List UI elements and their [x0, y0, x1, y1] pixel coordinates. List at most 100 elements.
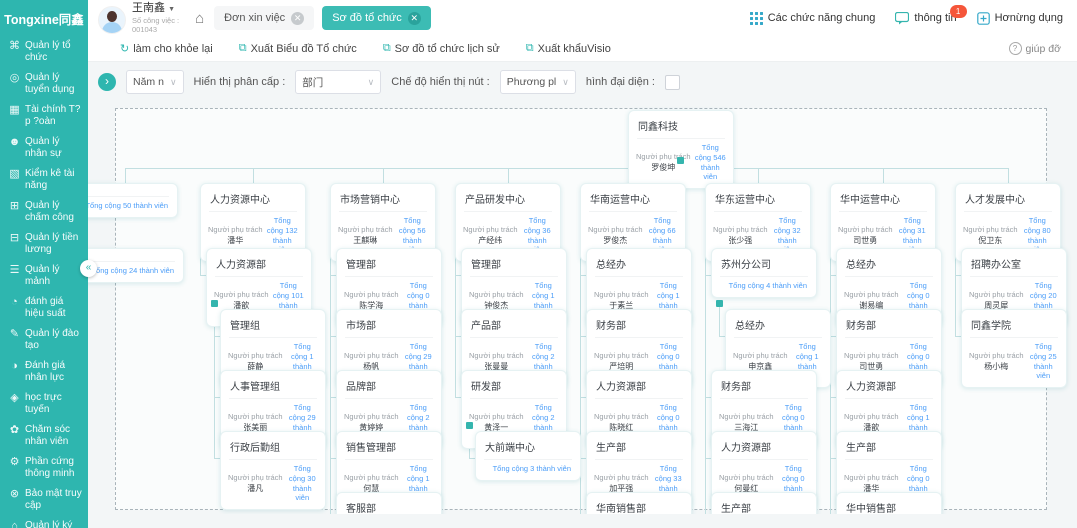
- export-chart-link[interactable]: ⧉ Xuất Biểu đồ Tổ chức: [239, 42, 357, 55]
- node-mode-select[interactable]: Phương pl∨: [500, 70, 576, 94]
- org-node-title: 总经办: [587, 249, 691, 276]
- leader-label: Người phụ trách: [594, 290, 649, 299]
- sidebar-item-10[interactable]: ◑Đánh giá nhân lực: [0, 356, 88, 388]
- expand-toggle-icon[interactable]: [677, 157, 684, 164]
- toolbar-link-label: Xuất Biểu đồ Tổ chức: [251, 43, 357, 55]
- leader-label: Người phụ trách: [963, 225, 1018, 234]
- main-area: › Năm n∨ Hiển thị phân cấp : 部门∨ Chế độ …: [88, 62, 1077, 528]
- expand-toggle-icon[interactable]: [211, 300, 218, 307]
- history-chart-icon: ⧉: [383, 42, 391, 55]
- org-node-total[interactable]: Tổng cộng 30 thành viên: [287, 464, 318, 503]
- sidebar-item-13[interactable]: ⚙Phần cứng thông minh: [0, 452, 88, 484]
- export-visio-link[interactable]: ⧉Xuất khẩuVisio: [526, 42, 611, 55]
- avatar-head: [107, 11, 117, 22]
- close-icon[interactable]: ✕: [291, 12, 304, 25]
- sidebar-item-8[interactable]: ◔đánh giá hiệu suất: [0, 292, 88, 324]
- tab-label: Sơ đồ tổ chức: [332, 12, 402, 24]
- org-child-node[interactable]: 华中销售部: [836, 492, 942, 514]
- org-child-node[interactable]: 苏州分公司Tổng cộng 4 thành viên: [711, 248, 817, 298]
- leader-label: Người phụ trách: [844, 290, 899, 299]
- help-link[interactable]: ? giúp đỡ: [1009, 42, 1062, 55]
- org-node-total[interactable]: Tổng cộng 3 thành viên: [483, 464, 573, 474]
- tab-inactive[interactable]: Đơn xin việc✕: [214, 6, 314, 30]
- sidebar-item-3[interactable]: ☻Quản lý nhân sự: [0, 132, 88, 164]
- avatar[interactable]: [98, 6, 126, 34]
- org-child-node[interactable]: 行政后勤组Người phụ trách潘凡Tổng cộng 30 thành…: [220, 431, 326, 510]
- chevron-down-icon: ∨: [562, 77, 569, 88]
- sidebar-item-5[interactable]: ⊞Quản lý chấm công: [0, 196, 88, 228]
- expand-toggle-icon[interactable]: [716, 300, 723, 307]
- org-child-node[interactable]: 大前端中心Tổng cộng 3 thành viên: [475, 431, 581, 481]
- security-icon: ⊗: [8, 488, 21, 501]
- org-node-title: 华南运营中心: [581, 184, 685, 211]
- sidebar-item-0[interactable]: ⌘Quản lý tổ chức: [0, 36, 88, 68]
- export-chart-icon: ⧉: [239, 42, 247, 55]
- sidebar-item-15[interactable]: ⌂Quản lý ký túc xá: [0, 516, 88, 528]
- org-node-footer: Tổng cộng 3 thành viên: [476, 460, 580, 480]
- toolbar: ↻làm cho khỏe lại ⧉ Xuất Biểu đồ Tổ chức ⧉S…: [88, 36, 1077, 62]
- topbar-item-0[interactable]: Các chức năng chung: [750, 12, 876, 25]
- topbar-item-1[interactable]: thông tin1: [895, 12, 956, 25]
- org-child-node[interactable]: 生产部: [711, 492, 817, 514]
- sidebar-item-11[interactable]: ◈học trực tuyến: [0, 388, 88, 420]
- sidebar-item-12[interactable]: ✿Chăm sóc nhân viên: [0, 420, 88, 452]
- org-node-leader: Người phụ trách黄婷婷: [344, 412, 399, 433]
- user-block[interactable]: 王南鑫 ▼ Số công việc : 001043: [98, 2, 179, 35]
- performance-icon: ◔: [8, 296, 21, 309]
- connector-line: [1008, 168, 1009, 183]
- leader-name: 罗俊杰: [603, 235, 627, 246]
- org-node-total[interactable]: Tổng cộng 4 thành viên: [719, 281, 809, 291]
- chevron-down-icon: ▼: [168, 6, 175, 13]
- org-canvas[interactable]: 同鑫科技Người phụ trách罗俊坤Tổng cộng 546 thàn…: [88, 102, 1077, 514]
- org-node-footer: Tổng cộng 4 thành viên: [712, 277, 816, 297]
- org-node-title: 人力资源部: [837, 371, 941, 398]
- avatar-checkbox[interactable]: [665, 75, 680, 90]
- org-node-total[interactable]: Tổng cộng 50 thành viên: [88, 201, 170, 211]
- leader-name: 张少强: [728, 235, 752, 246]
- org-child-node[interactable]: 华南销售部: [586, 492, 692, 514]
- tab-active[interactable]: Sơ đồ tổ chức ✕: [322, 6, 431, 30]
- org-node-total[interactable]: Tổng cộng 25 thành viên: [1028, 342, 1059, 381]
- leader-label: Người phụ trách: [463, 225, 518, 234]
- leader-label: Người phụ trách: [844, 412, 899, 421]
- history-chart-link[interactable]: ⧉Sơ đồ tổ chức lịch sử: [383, 42, 500, 55]
- org-node-title: 华南销售部: [587, 493, 691, 514]
- sidebar-item-1[interactable]: ◎Quản lý tuyển dụng: [0, 68, 88, 100]
- sidebar-item-label: Phần cứng thông minh: [25, 456, 84, 480]
- org-node-title: 人力资源中心: [201, 184, 305, 211]
- expand-toggle-icon[interactable]: [466, 422, 473, 429]
- sidebar-item-7[interactable]: ☰Quản lý mảnh: [0, 260, 88, 292]
- close-icon[interactable]: ✕: [408, 12, 421, 25]
- sidebar-item-6[interactable]: ⊟Quản lý tiền lương: [0, 228, 88, 260]
- sidebar-item-label: Bảo mật truy cập: [25, 488, 84, 512]
- org-level2-node[interactable]: Tổng cộng 50 thành viên: [88, 183, 178, 218]
- leader-label: Người phụ trách: [228, 351, 283, 360]
- org-node-title: 人事管理组: [221, 371, 325, 398]
- year-select[interactable]: Năm n∨: [126, 70, 184, 94]
- org-child-node[interactable]: Tổng cộng 24 thành viên: [88, 248, 184, 283]
- org-node-total[interactable]: Tổng cộng 546 thành viên: [695, 143, 726, 182]
- org-node-footer: Người phụ trách杨小梅Tổng cộng 25 thành viê…: [962, 338, 1066, 387]
- org-node-title: 客服部: [337, 493, 441, 514]
- org-child-node[interactable]: 同鑫学院Người phụ trách杨小梅Tổng cộng 25 thành…: [961, 309, 1067, 388]
- sidebar-collapse-button[interactable]: «: [80, 260, 97, 277]
- org-node-total[interactable]: Tổng cộng 24 thành viên: [88, 266, 176, 276]
- leader-label: Người phụ trách: [594, 412, 649, 421]
- level-select[interactable]: 部门∨: [295, 70, 381, 94]
- topbar-item-2[interactable]: Hơnừng dụng: [977, 12, 1063, 25]
- org-node-leader: Người phụ trách潘歆: [214, 290, 269, 311]
- sidebar-item-2[interactable]: ▦Tài chính T?p ?oàn: [0, 100, 88, 132]
- org-child-node[interactable]: 客服部: [336, 492, 442, 514]
- sidebar-item-14[interactable]: ⊗ Bảo mật truy cập: [0, 484, 88, 516]
- sidebar-item-4[interactable]: ▧Kiểm kê tài năng: [0, 164, 88, 196]
- refresh-link[interactable]: ↻làm cho khỏe lại: [120, 42, 213, 55]
- connector-line: [705, 238, 706, 514]
- apps-icon: [977, 12, 990, 25]
- sidebar-item-9[interactable]: ✎Quản lý đào tạo: [0, 324, 88, 356]
- sidebar-item-label: Kiểm kê tài năng: [25, 168, 84, 192]
- org-node-leader: Người phụ trách张曼曼: [469, 351, 524, 372]
- org-node-footer: Tổng cộng 24 thành viên: [88, 262, 183, 282]
- org-root-node[interactable]: 同鑫科技Người phụ trách罗俊坤Tổng cộng 546 thàn…: [628, 110, 734, 189]
- home-icon[interactable]: ⌂: [195, 10, 204, 27]
- expand-arrow-icon[interactable]: ›: [98, 73, 116, 91]
